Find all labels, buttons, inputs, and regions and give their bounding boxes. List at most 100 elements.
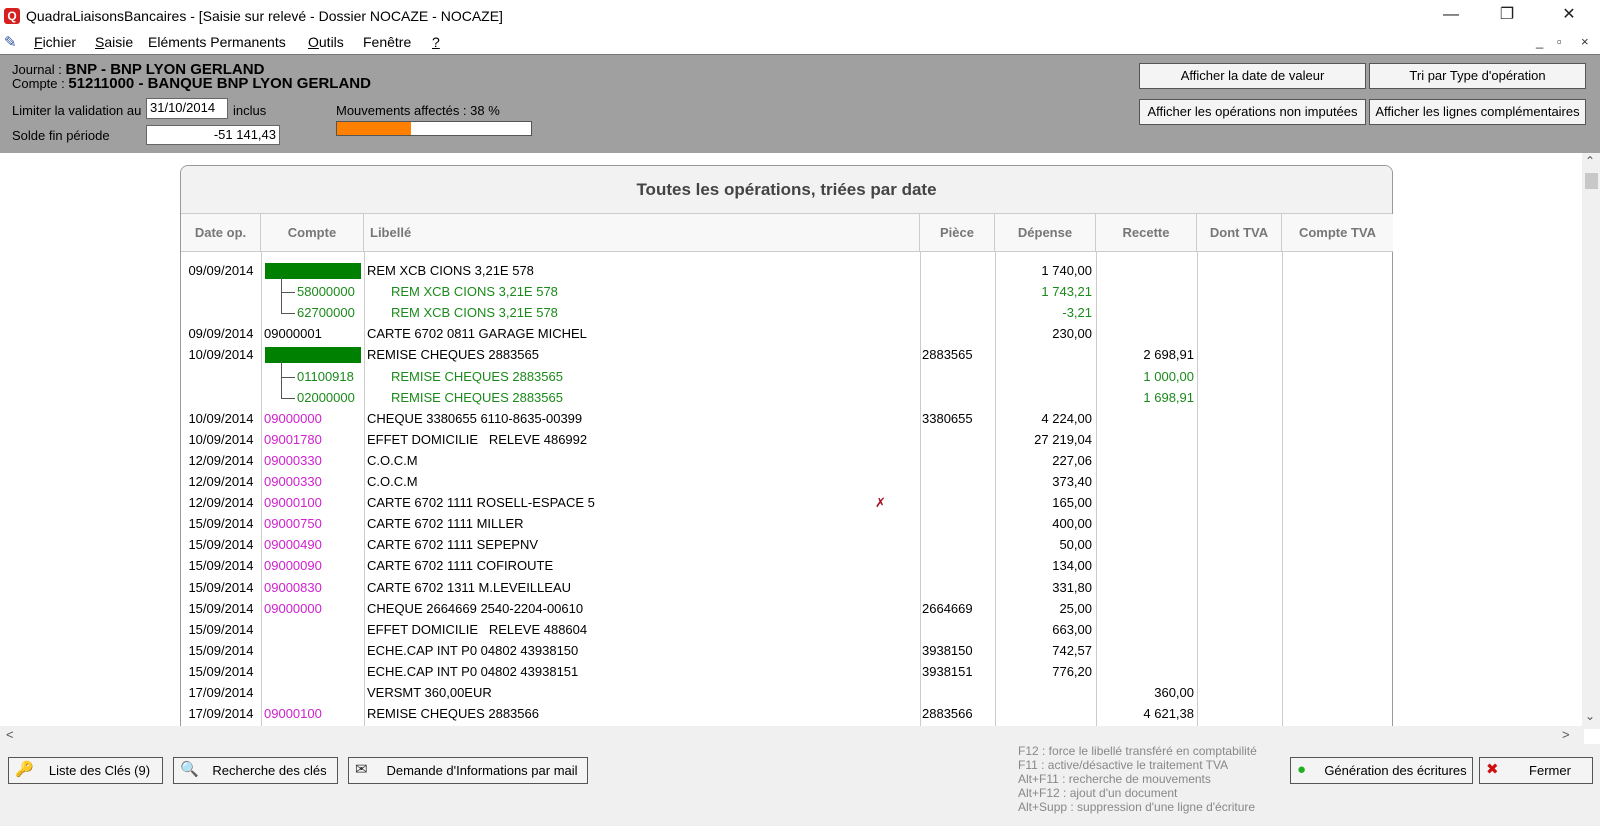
limit-suffix: inclus xyxy=(233,103,267,118)
row-libelle: EFFET DOMICILIE RELEVE 486992 xyxy=(367,431,588,447)
menu-fichier[interactable]: Fichier xyxy=(34,34,76,50)
row-date: 15/09/2014 xyxy=(188,579,254,595)
non-imputees-button[interactable]: Afficher les opérations non imputées xyxy=(1139,99,1366,125)
operations-area[interactable]: Toutes les opérations, triées par date D… xyxy=(0,153,1584,729)
document-edit-icon[interactable]: ✎ xyxy=(4,33,24,51)
row-compte[interactable]: 09000750 xyxy=(264,514,322,534)
menu-help[interactable]: ? xyxy=(432,34,440,50)
menu-elements-label: Eléments Permanents xyxy=(148,34,286,50)
fermer-button[interactable]: ✖ Fermer xyxy=(1479,757,1593,784)
row-compte[interactable]: 09000330 xyxy=(264,472,322,492)
row-sub-compte[interactable]: 62700000 xyxy=(297,303,355,323)
col-header-date[interactable]: Date op. xyxy=(181,214,261,252)
mdi-close-button[interactable]: × xyxy=(1581,34,1589,49)
edit-mark-icon: ✗ xyxy=(875,495,886,511)
col-divider xyxy=(364,252,365,729)
col-header-compte-tva[interactable]: Compte TVA xyxy=(1282,214,1393,252)
tree-connector xyxy=(281,313,295,315)
header-panel: Journal : BNP - BNP LYON GERLAND Compte … xyxy=(0,54,1600,153)
menu-outils[interactable]: Outils xyxy=(308,34,344,50)
menu-fichier-mnemonic: F xyxy=(34,34,43,50)
demande-info-button[interactable]: ✉ Demande d'Informations par mail xyxy=(348,757,588,784)
restore-button[interactable]: ❐ xyxy=(1484,0,1530,31)
row-libelle: CARTE 6702 1111 ROSELL-ESPACE 5 xyxy=(367,495,595,511)
row-libelle: CARTE 6702 1311 M.LEVEILLEAU xyxy=(367,579,572,595)
row-compte[interactable]: 09000100 xyxy=(264,493,322,513)
col-header-compte[interactable]: Compte xyxy=(261,214,364,252)
col-header-depense[interactable]: Dépense xyxy=(995,214,1096,252)
row-compte[interactable]: 09000100 xyxy=(264,704,322,724)
row-piece: 3938151 xyxy=(922,663,973,679)
liste-cles-button[interactable]: 🔑 Liste des Clés (9) xyxy=(8,757,163,784)
generation-ecritures-button[interactable]: ● Génération des écritures xyxy=(1290,757,1473,784)
row-libelle: REM XCB CIONS 3,21E 578 xyxy=(367,263,534,278)
row-sub-compte[interactable]: 58000000 xyxy=(297,282,355,302)
horizontal-scrollbar[interactable]: < > xyxy=(0,726,1584,744)
progress-fill xyxy=(337,122,411,135)
menu-saisie-mnemonic: S xyxy=(95,34,105,50)
bottom-bar: 🔑 Liste des Clés (9) 🔍 Recherche des clé… xyxy=(0,744,1600,826)
mdi-restore-button[interactable]: ▫ xyxy=(1557,34,1562,49)
col-header-piece[interactable]: Pièce xyxy=(920,214,995,252)
compte-label: Compte : xyxy=(12,76,69,91)
recherche-cles-button[interactable]: 🔍 Recherche des clés xyxy=(173,757,338,784)
menu-elements-permanents[interactable]: Eléments Permanents xyxy=(148,34,286,50)
fermer-label: Fermer xyxy=(1529,763,1571,778)
row-compte[interactable]: 09000090 xyxy=(264,556,322,576)
minimize-button[interactable]: — xyxy=(1428,0,1474,31)
col-header-libelle[interactable]: Libellé xyxy=(364,214,920,252)
close-button[interactable]: ✕ xyxy=(1546,0,1592,31)
row-sub-compte[interactable]: 01100918 xyxy=(297,367,354,387)
row-date: 15/09/2014 xyxy=(188,621,254,637)
col-divider xyxy=(1096,252,1097,729)
row-compte[interactable]: 09000000 xyxy=(264,409,322,429)
row-libelle: C.O.C.M xyxy=(367,452,418,468)
row-compte[interactable]: 09000000 xyxy=(264,599,322,619)
row-sub-compte[interactable]: 02000000 xyxy=(297,388,355,408)
tree-connector xyxy=(281,360,282,382)
row-date: 12/09/2014 xyxy=(188,474,254,489)
row-sub-libelle: REM XCB CIONS 3,21E 578 xyxy=(391,305,558,321)
col-header-recette[interactable]: Recette xyxy=(1096,214,1197,252)
split-indicator-bar xyxy=(265,263,361,279)
row-libelle: CHEQUE 2664669 2540-2204-00610 xyxy=(367,600,584,616)
row-compte[interactable]: 09000490 xyxy=(264,535,322,555)
vertical-scrollbar[interactable]: ⌃ ⌄ xyxy=(1582,153,1600,729)
row-recette: 2 698,91 xyxy=(1143,347,1194,363)
row-depense: 1 740,00 xyxy=(1041,263,1092,278)
row-depense: 663,00 xyxy=(1052,621,1092,637)
tree-connector xyxy=(281,376,295,378)
date-valeur-button[interactable]: Afficher la date de valeur xyxy=(1139,63,1366,89)
liste-cles-label: Liste des Clés (9) xyxy=(48,763,151,778)
help-line: F12 : force le libellé transféré en comp… xyxy=(1018,744,1257,758)
menu-saisie[interactable]: Saisie xyxy=(95,34,133,50)
row-libelle: CARTE 6702 1111 MILLER xyxy=(367,516,524,532)
tri-type-button[interactable]: Tri par Type d'opération xyxy=(1369,63,1586,89)
row-depense: 4 224,00 xyxy=(1041,410,1092,426)
col-header-dont-tva[interactable]: Dont TVA xyxy=(1197,214,1282,252)
menu-fenetre[interactable]: Fenêtre xyxy=(363,34,411,50)
help-line: Alt+F12 : ajout d'un document xyxy=(1018,786,1178,800)
row-compte[interactable]: 09001780 xyxy=(264,430,322,450)
close-x-icon: ✖ xyxy=(1486,761,1499,778)
scroll-left-icon[interactable]: < xyxy=(6,727,14,742)
row-compte[interactable]: 09000330 xyxy=(264,451,322,471)
lignes-complementaires-button[interactable]: Afficher les lignes complémentaires xyxy=(1369,99,1586,125)
row-date: 15/09/2014 xyxy=(188,642,254,658)
row-sub-recette: 1 000,00 xyxy=(1143,368,1194,384)
key-icon: 🔑 xyxy=(15,761,34,778)
row-libelle: CHEQUE 3380655 6110-8635-00399 xyxy=(367,410,583,426)
row-depense: 742,57 xyxy=(1052,642,1092,658)
row-depense: 227,06 xyxy=(1052,452,1092,468)
limit-date-input[interactable]: 31/10/2014 xyxy=(146,98,228,119)
mdi-minimize-button[interactable]: _ xyxy=(1536,34,1543,49)
scroll-up-icon[interactable]: ⌃ xyxy=(1585,154,1595,168)
row-compte[interactable]: 09000001 xyxy=(264,324,322,344)
scroll-down-icon[interactable]: ⌄ xyxy=(1585,709,1595,723)
scroll-thumb[interactable] xyxy=(1585,173,1598,189)
row-compte[interactable]: 09000830 xyxy=(264,578,322,598)
scroll-right-icon[interactable]: > xyxy=(1562,727,1570,742)
tree-connector xyxy=(281,276,282,298)
row-depense: 331,80 xyxy=(1052,579,1092,595)
go-circle-icon: ● xyxy=(1297,761,1307,778)
